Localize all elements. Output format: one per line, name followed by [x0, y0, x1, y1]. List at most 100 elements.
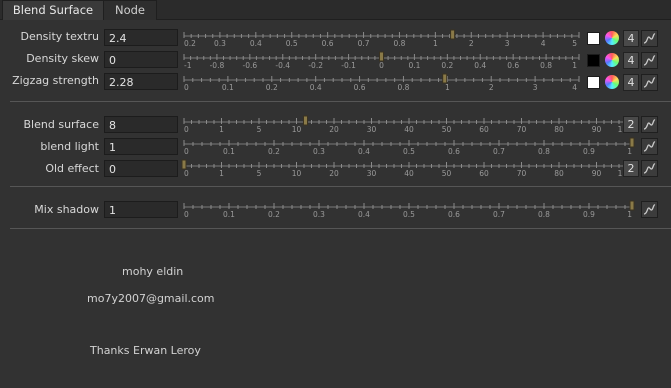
- density-skew-swatch[interactable]: [587, 54, 600, 67]
- density-textru-input[interactable]: 2.4: [104, 29, 178, 46]
- slider-tick-label: 0.1: [408, 61, 420, 70]
- author-name: mohy eldin: [122, 265, 184, 278]
- slider-tick-label: 0.4: [310, 83, 322, 92]
- slider-tick-label: 10: [292, 125, 302, 134]
- color-wheel-icon[interactable]: [605, 75, 619, 89]
- slider-knob[interactable]: [442, 73, 448, 84]
- slider-knob[interactable]: [181, 159, 187, 170]
- slider-tick-label: 0: [184, 125, 189, 134]
- density-textru-swatch[interactable]: [587, 32, 600, 45]
- curve-icon[interactable]: [641, 52, 658, 69]
- blend-light-label: blend light: [40, 140, 99, 153]
- slider-tick-label: 40: [404, 169, 414, 178]
- slider-tick-label: 0.1: [223, 210, 235, 219]
- density-skew-input[interactable]: 0: [104, 51, 178, 68]
- slider-track: 015102030405060708090100: [183, 115, 635, 134]
- blend-surface-anim-count[interactable]: 2: [623, 116, 639, 133]
- zigzag-strength-anim-count[interactable]: 4: [623, 74, 639, 91]
- curve-icon[interactable]: [641, 74, 658, 91]
- mix-shadow-input[interactable]: 1: [104, 201, 178, 218]
- slider-tick-label: 2: [489, 83, 494, 92]
- zigzag-strength-slider[interactable]: 0 0.1 0.2 0.4 0.6 0.8 1 2 3 4: [182, 73, 583, 92]
- slider-tick-label: 1: [627, 210, 632, 219]
- curve-icon[interactable]: [641, 201, 658, 218]
- slider-tick-label: 1: [445, 83, 450, 92]
- slider-track: 0.2 0.3 0.4 0.5 0.6 0.7 0.8 1 2 3 4 5: [183, 29, 580, 48]
- slider-knob[interactable]: [303, 115, 308, 126]
- slider-tick-label: 0.4: [474, 61, 486, 70]
- slider-tick-label: 0: [184, 210, 189, 219]
- slider-track: 015102030405060708090100: [181, 159, 635, 178]
- slider-track: -1 -0.8 -0.6 -0.4 -0.2 -0.1 0 0.1 0.2 0.4 0.6 0.8 1: [183, 51, 580, 70]
- blend-surface-input[interactable]: 8: [104, 116, 178, 133]
- slider-knob[interactable]: [629, 200, 635, 211]
- old-effect-input[interactable]: 0: [104, 160, 178, 177]
- old-effect-slider[interactable]: 015102030405060708090100: [181, 159, 638, 178]
- tab-node[interactable]: Node: [103, 0, 157, 20]
- slider-tick-label: 0: [184, 147, 189, 156]
- slider-tick-label: 0.9: [583, 147, 595, 156]
- slider-tick-label: 50: [442, 125, 452, 134]
- slider-tick-label: 0.3: [313, 210, 325, 219]
- tab-bar: Blend Surface Node: [0, 0, 671, 20]
- density-textru-anim-count[interactable]: 4: [623, 30, 639, 47]
- curve-icon[interactable]: [641, 160, 658, 177]
- slider-tick-label: -0.6: [243, 61, 258, 70]
- slider-tick-label: 1: [219, 169, 224, 178]
- zigzag-strength-input[interactable]: 2.28: [104, 73, 178, 90]
- slider-knob[interactable]: [629, 137, 635, 148]
- thanks-text: Thanks Erwan Leroy: [90, 344, 201, 357]
- curve-icon[interactable]: [641, 30, 658, 47]
- slider-tick-label: 0.1: [222, 83, 234, 92]
- density-textru-label: Density textru: [20, 30, 99, 43]
- tab-blend-surface[interactable]: Blend Surface: [2, 0, 104, 20]
- old-effect-label: Old effect: [45, 162, 99, 175]
- old-effect-anim-count[interactable]: 2: [623, 160, 639, 177]
- color-wheel-icon[interactable]: [605, 53, 619, 67]
- slider-tick-label: 5: [257, 125, 262, 134]
- slider-track: 0 0.1 0.2 0.3 0.4 0.5 0.6 0.7 0.8 0.9 1: [183, 137, 635, 156]
- slider-knob[interactable]: [450, 29, 456, 40]
- density-skew-anim-count[interactable]: 4: [623, 52, 639, 69]
- slider-tick-label: 0.6: [448, 210, 460, 219]
- slider-tick-label: 1: [627, 147, 632, 156]
- slider-tick-label: 0: [184, 83, 189, 92]
- blend-surface-slider[interactable]: 015102030405060708090100: [182, 115, 638, 134]
- slider-tick-label: 0.2: [266, 83, 278, 92]
- slider-tick-label: -0.1: [341, 61, 356, 70]
- slider-tick-label: 0.4: [358, 210, 370, 219]
- slider-tick-label: 0.2: [268, 147, 280, 156]
- color-wheel-icon[interactable]: [605, 31, 619, 45]
- slider-tick-label: 0.8: [538, 147, 550, 156]
- slider-tick-label: 90: [592, 125, 602, 134]
- curve-icon[interactable]: [641, 116, 658, 133]
- slider-tick-label: 70: [517, 169, 527, 178]
- curve-icon[interactable]: [641, 138, 658, 155]
- blend-light-slider[interactable]: 0 0.1 0.2 0.3 0.4 0.5 0.6 0.7 0.8 0.9 1: [182, 137, 638, 156]
- slider-tick-label: 90: [592, 169, 602, 178]
- slider-tick-label: 0.6: [322, 39, 334, 48]
- density-skew-slider[interactable]: -1 -0.8 -0.6 -0.4 -0.2 -0.1 0 0.1 0.2 0.4 0.6 0.8 1: [182, 51, 583, 70]
- slider-tick-label: 1: [219, 125, 224, 134]
- slider-knob[interactable]: [379, 51, 384, 62]
- slider-tick-label: 0.7: [493, 210, 505, 219]
- slider-tick-label: 0.8: [538, 210, 550, 219]
- slider-tick-label: 40: [404, 125, 414, 134]
- slider-tick-label: 1: [572, 61, 577, 70]
- slider-tick-label: 0.4: [358, 147, 370, 156]
- slider-track: 0 0.1 0.2 0.4 0.6 0.8 1 2 3 4: [183, 73, 580, 92]
- author-email: mo7y2007@gmail.com: [87, 292, 215, 305]
- slider-tick-label: 50: [442, 169, 452, 178]
- slider-tick-label: 0.7: [493, 147, 505, 156]
- slider-tick-label: 0.9: [583, 210, 595, 219]
- slider-tick-label: 0.8: [393, 39, 405, 48]
- slider-tick-label: 2: [469, 39, 474, 48]
- slider-tick-label: -0.4: [275, 61, 290, 70]
- density-textru-slider[interactable]: 0.2 0.3 0.4 0.5 0.6 0.7 0.8 1 2 3 4 5: [182, 29, 583, 48]
- zigzag-strength-swatch[interactable]: [587, 76, 600, 89]
- blend-light-input[interactable]: 1: [104, 138, 178, 155]
- slider-tick-label: 70: [517, 125, 527, 134]
- slider-tick-label: 30: [367, 125, 377, 134]
- mix-shadow-slider[interactable]: 0 0.1 0.2 0.3 0.4 0.5 0.6 0.7 0.8 0.9 1: [182, 200, 638, 219]
- slider-tick-label: 0.2: [441, 61, 453, 70]
